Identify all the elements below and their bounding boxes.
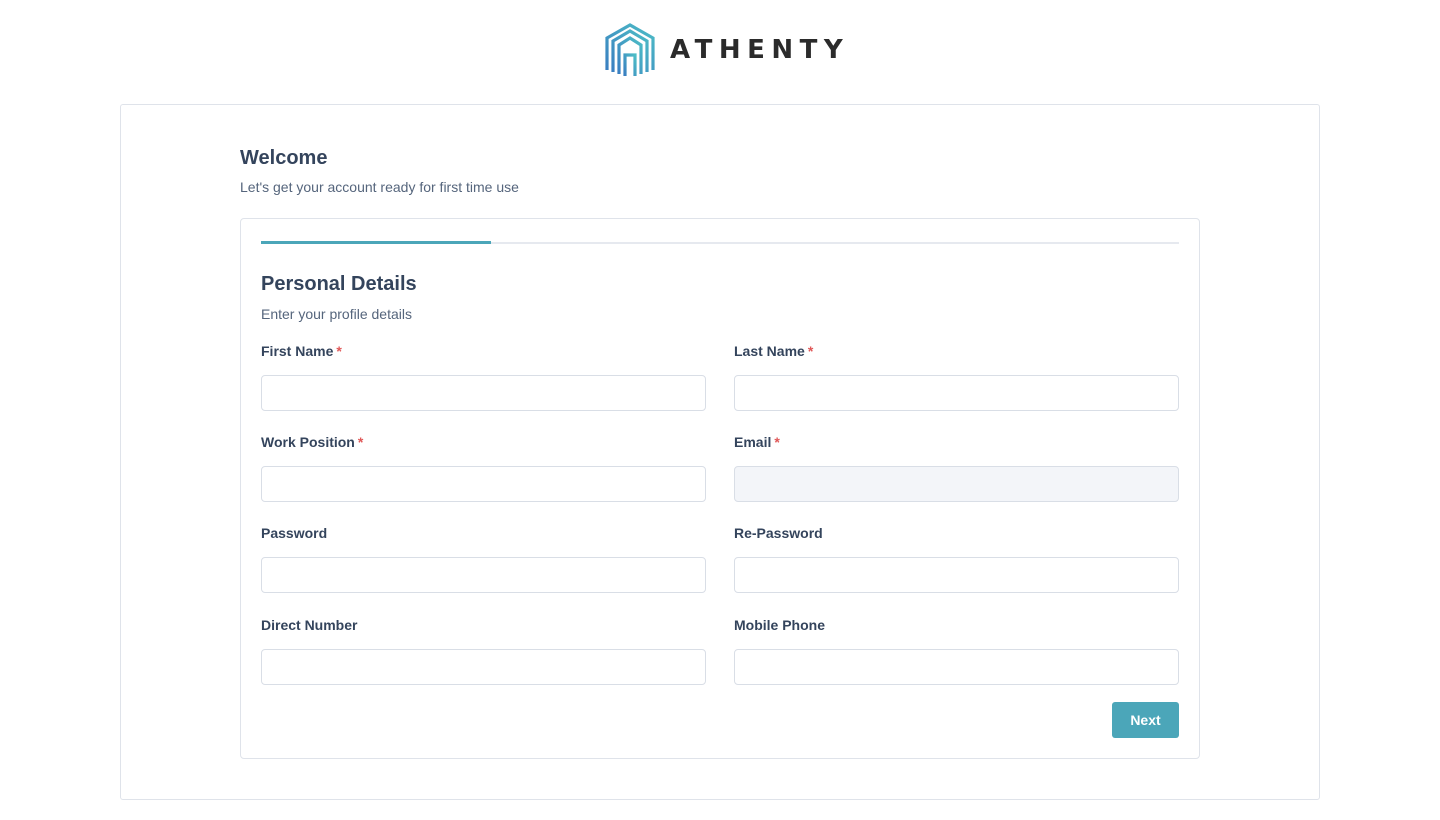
brand-logo: ATHENTY: [604, 22, 849, 78]
next-button[interactable]: Next: [1112, 702, 1179, 738]
onboarding-card: Welcome Let's get your account ready for…: [120, 104, 1320, 800]
first-name-label: First Name *: [261, 343, 342, 359]
wizard-progress-track: [261, 241, 1179, 244]
first-name-input[interactable]: [261, 375, 706, 411]
email-field: Email *: [734, 434, 1179, 502]
welcome-title: Welcome: [240, 147, 328, 169]
last-name-field: Last Name *: [734, 343, 1179, 411]
work-position-field: Work Position *: [261, 434, 706, 502]
last-name-label: Last Name *: [734, 343, 814, 359]
welcome-subtitle: Let's get your account ready for first t…: [240, 179, 519, 195]
required-mark: *: [807, 343, 814, 359]
house-a-hexagon-icon: [605, 23, 655, 76]
direct-number-label: Direct Number: [261, 617, 358, 633]
direct-number-input[interactable]: [261, 649, 706, 685]
mobile-phone-label: Mobile Phone: [734, 617, 825, 633]
re-password-label: Re-Password: [734, 525, 823, 541]
wizard-progress-fill: [261, 241, 491, 244]
work-position-input[interactable]: [261, 466, 706, 502]
last-name-input[interactable]: [734, 375, 1179, 411]
required-mark: *: [357, 434, 364, 450]
password-field: Password: [261, 525, 706, 593]
section-subtitle: Enter your profile details: [261, 306, 412, 322]
first-name-field: First Name *: [261, 343, 706, 411]
mobile-phone-input[interactable]: [734, 649, 1179, 685]
wizard-card: Personal Details Enter your profile deta…: [240, 218, 1200, 759]
direct-number-field: Direct Number: [261, 617, 706, 685]
required-mark: *: [774, 434, 780, 450]
brand-name: ATHENTY: [670, 35, 850, 65]
email-label: Email *: [734, 434, 780, 450]
work-position-label: Work Position *: [261, 434, 364, 450]
email-input[interactable]: [734, 466, 1179, 502]
password-label: Password: [261, 525, 328, 541]
section-title: Personal Details: [261, 273, 417, 295]
re-password-input[interactable]: [734, 557, 1179, 593]
password-input[interactable]: [261, 557, 706, 593]
mobile-phone-field: Mobile Phone: [734, 617, 1179, 685]
required-mark: *: [336, 343, 342, 359]
re-password-field: Re-Password: [734, 525, 1179, 593]
